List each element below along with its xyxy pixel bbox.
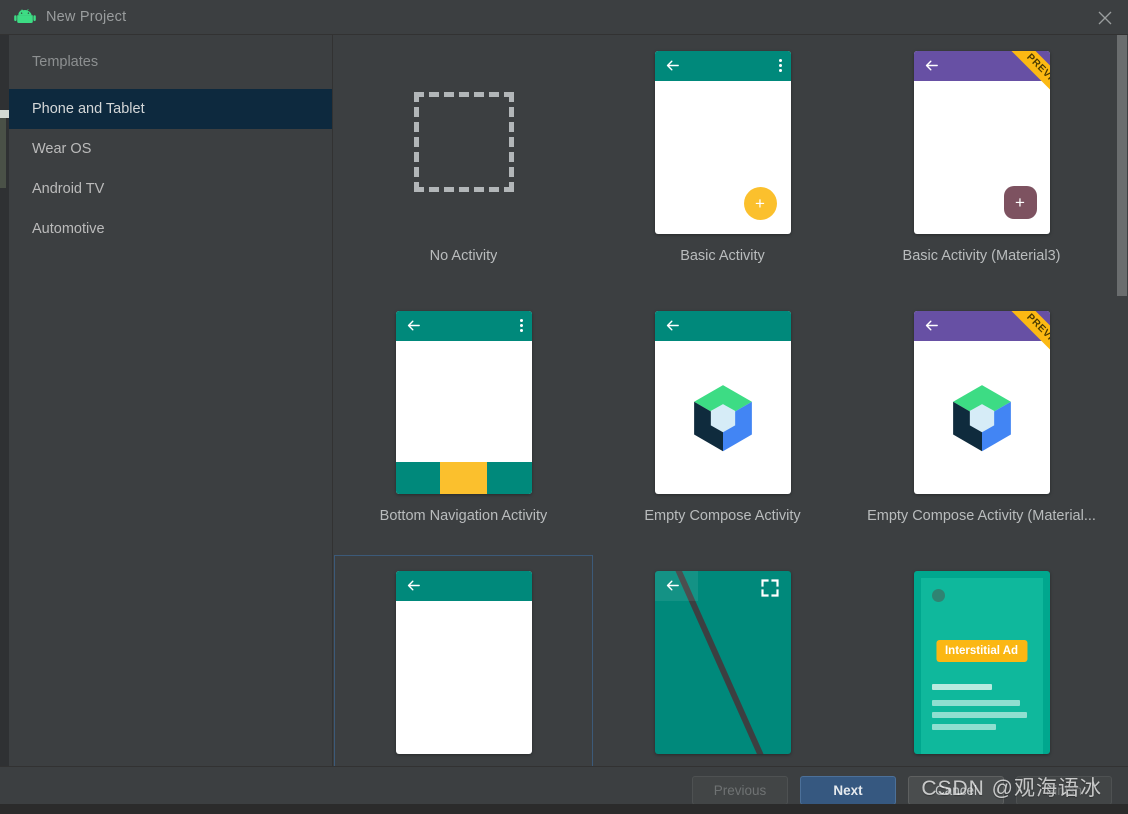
admob-dot-icon bbox=[931, 588, 945, 602]
title-bar: New Project bbox=[0, 0, 1128, 35]
cancel-button[interactable]: Cancel bbox=[908, 776, 1004, 805]
back-arrow-icon bbox=[925, 320, 938, 331]
template-label: Basic Activity bbox=[680, 248, 765, 264]
admob-card: Interstitial Ad bbox=[920, 577, 1043, 754]
template-label: Basic Activity (Material3) bbox=[902, 248, 1061, 264]
template-label: Empty Compose Activity bbox=[644, 508, 801, 524]
template-thumbnail: Interstitial Ad bbox=[853, 556, 1110, 766]
previous-button[interactable]: Previous bbox=[692, 776, 788, 805]
template-card-bottom-navigation-activity[interactable]: Bottom Navigation Activity bbox=[334, 295, 593, 555]
template-thumbnail bbox=[594, 296, 851, 508]
bottom-edge-strip bbox=[0, 804, 1128, 814]
window-title: New Project bbox=[46, 9, 127, 25]
template-card-basic-activity-material3[interactable]: PREVIEW + Basic Activity (Material3) bbox=[852, 35, 1111, 295]
preview-ribbon-label: PREVIEW bbox=[997, 50, 1050, 122]
template-card-no-activity[interactable]: No Activity bbox=[334, 35, 593, 295]
templates-sidebar: Templates Phone and Tablet Wear OS Andro… bbox=[9, 35, 333, 766]
overflow-menu-icon bbox=[519, 319, 523, 332]
sidebar-item-label: Android TV bbox=[32, 181, 105, 197]
back-arrow-icon bbox=[666, 320, 679, 331]
back-arrow-icon bbox=[666, 580, 679, 591]
jetpack-compose-logo-icon bbox=[693, 385, 752, 452]
template-label: Empty Compose Activity (Material... bbox=[867, 508, 1096, 524]
template-thumbnail bbox=[335, 36, 592, 248]
template-card-empty-compose-activity[interactable]: Empty Compose Activity bbox=[593, 295, 852, 555]
next-button-label: Next bbox=[833, 783, 863, 798]
back-arrow-icon bbox=[925, 60, 938, 71]
app-bar bbox=[654, 50, 791, 81]
template-thumbnail: PREVIEW + bbox=[853, 36, 1110, 248]
preview-ribbon: PREVIEW bbox=[976, 50, 1050, 125]
app-bar bbox=[654, 570, 698, 601]
cancel-button-label: Cancel bbox=[934, 783, 978, 798]
close-icon[interactable] bbox=[1082, 0, 1128, 35]
sidebar-item-label: Wear OS bbox=[32, 141, 92, 157]
bottom-navigation-bar bbox=[395, 461, 532, 494]
template-thumbnail: PREVIEW bbox=[853, 296, 1110, 508]
sidebar-item-phone-and-tablet[interactable]: Phone and Tablet bbox=[9, 89, 332, 129]
app-bar bbox=[395, 570, 532, 601]
scrollbar-thumb[interactable] bbox=[1117, 35, 1127, 296]
template-card-fullscreen-activity[interactable] bbox=[593, 555, 852, 766]
template-label: No Activity bbox=[429, 248, 498, 264]
floating-action-button: + bbox=[743, 186, 777, 220]
dashed-placeholder-icon bbox=[413, 92, 514, 192]
app-bar bbox=[654, 310, 791, 341]
template-card-admob-interstitial-ad[interactable]: Interstitial Ad bbox=[852, 555, 1111, 766]
next-button[interactable]: Next bbox=[800, 776, 896, 805]
finish-button-label: Finish bbox=[1045, 783, 1082, 798]
template-thumbnail: + bbox=[594, 36, 851, 248]
new-project-dialog: New Project Templates Phone and Tablet W… bbox=[0, 0, 1128, 814]
admob-badge: Interstitial Ad bbox=[935, 639, 1028, 662]
template-card-empty-activity[interactable] bbox=[334, 555, 593, 766]
floating-action-button: + bbox=[1003, 185, 1037, 219]
template-card-empty-compose-activity-material3[interactable]: PREVIEW Empty Compose Activity (Material… bbox=[852, 295, 1111, 555]
vertical-scrollbar[interactable] bbox=[1116, 35, 1128, 766]
template-gallery[interactable]: No Activity + Basic Activity PREVIEW + B… bbox=[334, 35, 1116, 766]
jetpack-compose-logo-icon bbox=[952, 385, 1011, 452]
previous-button-label: Previous bbox=[713, 783, 767, 798]
background-window-edge bbox=[0, 35, 9, 780]
back-arrow-icon bbox=[666, 60, 679, 71]
template-card-basic-activity[interactable]: + Basic Activity bbox=[593, 35, 852, 295]
sidebar-item-label: Phone and Tablet bbox=[32, 101, 145, 117]
fullscreen-icon bbox=[760, 578, 779, 597]
back-arrow-icon bbox=[407, 580, 420, 591]
sidebar-item-android-tv[interactable]: Android TV bbox=[9, 169, 332, 209]
sidebar-item-label: Automotive bbox=[32, 221, 105, 237]
sidebar-header: Templates bbox=[32, 54, 99, 70]
template-thumbnail bbox=[335, 556, 592, 766]
sidebar-item-wear-os[interactable]: Wear OS bbox=[9, 129, 332, 169]
android-robot-icon bbox=[14, 9, 36, 25]
template-thumbnail bbox=[335, 296, 592, 508]
overflow-menu-icon bbox=[778, 59, 782, 72]
finish-button[interactable]: Finish bbox=[1016, 776, 1112, 805]
app-bar bbox=[395, 310, 532, 341]
sidebar-item-automotive[interactable]: Automotive bbox=[9, 209, 332, 249]
template-thumbnail bbox=[594, 556, 851, 766]
template-label: Bottom Navigation Activity bbox=[379, 508, 548, 524]
back-arrow-icon bbox=[407, 320, 420, 331]
